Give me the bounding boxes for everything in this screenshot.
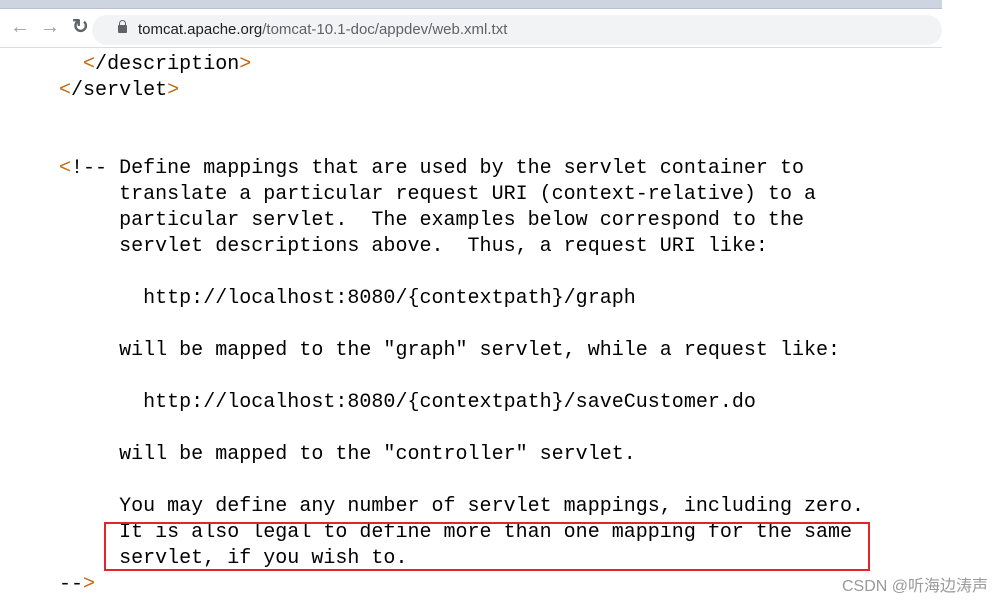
text-line: http://localhost:8080/{contextpath}/save… [143,391,756,414]
text-line [59,468,864,494]
window-title-strip [0,0,942,9]
url-host: tomcat.apache.org [138,21,263,38]
text-line: You may define any number of servlet map… [119,495,865,518]
bracket: < [83,53,96,76]
text-line [59,312,864,338]
bracket: > [83,573,96,596]
text-line: </description> [83,53,252,76]
address-bar[interactable]: tomcat.apache.org/tomcat-10.1-doc/appdev… [92,15,942,45]
text-line [59,104,864,130]
document-text: </description> </servlet> <!-- Define mapp… [59,52,864,598]
text-line: <!-- Define mappings that are used by th… [59,157,804,180]
text-line: will be mapped to the "graph" servlet, w… [119,339,841,362]
watermark: CSDN @听海边涛声 [841,578,988,595]
bracket: < [59,79,72,102]
url-path: /tomcat-10.1-doc/appdev/web.xml.txt [262,21,508,38]
lock-icon[interactable] [118,20,127,33]
text-line: translate a particular request URI (cont… [119,183,816,206]
text-line [59,416,864,442]
text-line: servlet descriptions above. Thus, a requ… [119,235,768,258]
text-line: </servlet> [59,79,180,102]
browser-toolbar: ← → ↻ tomcat.apache.org/tomcat-10.1-doc/… [0,9,942,48]
text-line: will be mapped to the "controller" servl… [119,443,636,466]
text-line [59,130,864,156]
bracket: > [239,53,252,76]
arrow-left-icon[interactable]: ← [10,17,30,37]
arrow-right-icon[interactable]: → [40,17,60,37]
reload-icon[interactable]: ↻ [72,17,89,37]
highlight-box [104,522,870,571]
bracket: < [59,157,72,180]
text-line: --> [59,573,96,596]
text-line [59,364,864,390]
url-text[interactable]: tomcat.apache.org/tomcat-10.1-doc/appdev… [138,21,507,38]
text-line: particular servlet. The examples below c… [119,209,804,232]
text-line [59,260,864,286]
bracket: > [167,79,180,102]
text-line: http://localhost:8080/{contextpath}/grap… [143,287,636,310]
